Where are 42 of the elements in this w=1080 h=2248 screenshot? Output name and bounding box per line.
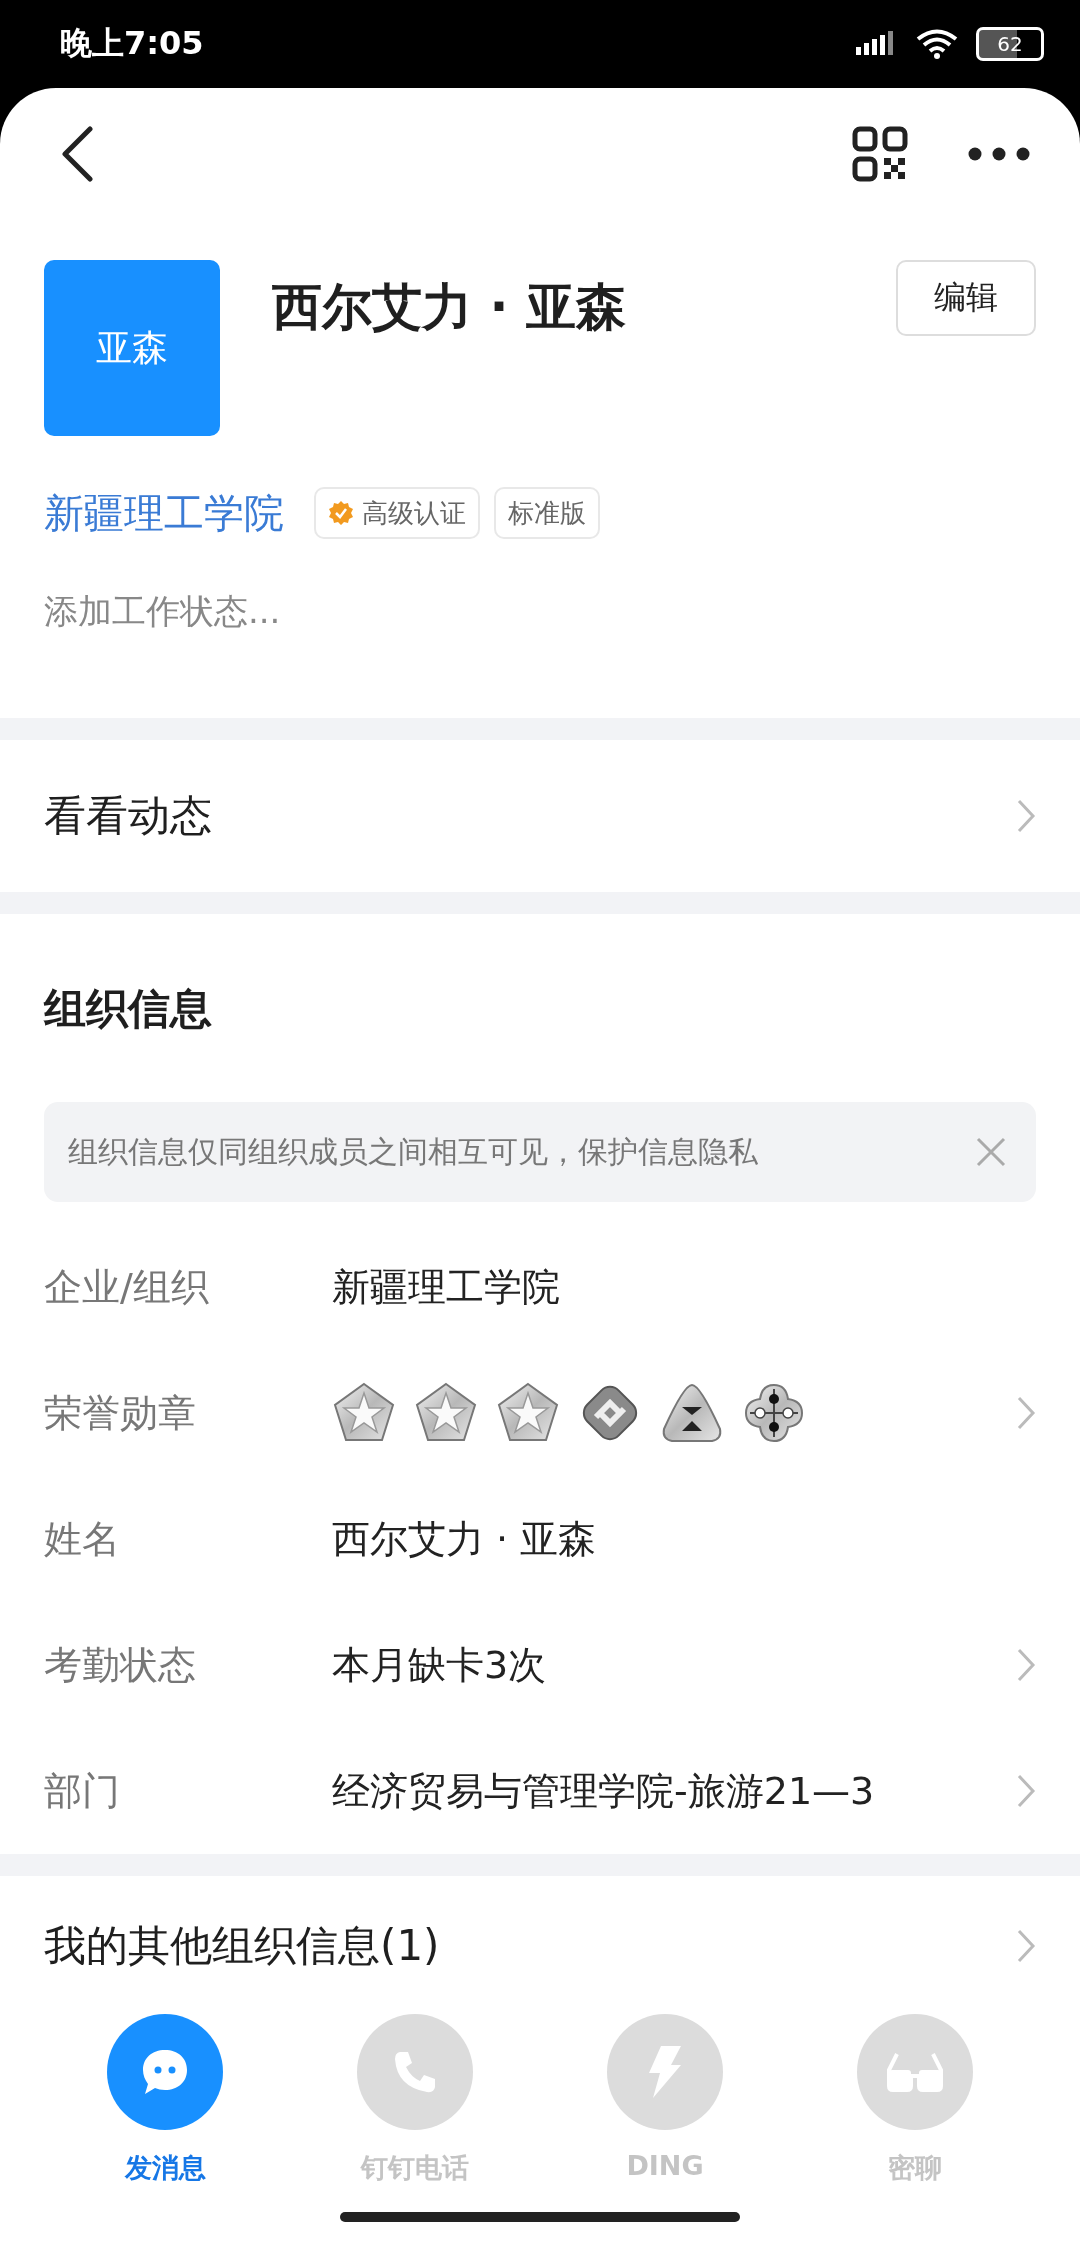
chevron-icon [1016,1928,1036,1964]
organization-link[interactable]: 新疆理工学院 [44,485,284,541]
field-label: 部门 [44,1767,121,1815]
close-icon[interactable] [976,1137,1006,1167]
field-label: 荣誉勋章 [44,1389,197,1437]
qr-code-icon[interactable] [852,126,908,182]
moments-row[interactable]: 看看动态 [0,740,1080,892]
action-label: DING [626,2150,704,2181]
back-icon[interactable] [60,126,94,182]
field-value: 新疆理工学院 [332,1263,561,1311]
action-label: 钉钉电话 [361,2151,469,2185]
field-label: 姓名 [44,1515,121,1563]
check-badge-icon [328,500,354,526]
field-label: 企业/组织 [44,1263,210,1311]
row-label: 我的其他组织信息(1) [44,1920,440,1972]
section-title: 组织信息 [42,983,213,1035]
action-label: 发消息 [124,2151,206,2185]
work-status-field[interactable]: 添加工作状态... [0,590,325,718]
row-label: 看看动态 [44,790,212,842]
phone-icon [392,2049,438,2095]
chat-bubble-icon [140,2047,190,2097]
more-icon[interactable] [968,147,1030,161]
notice-text: 组织信息仅同组织成员之间相互可见，保护信息隐私 [68,1132,758,1171]
field-label: 考勤状态 [44,1641,197,1689]
badge-label: 高级认证 [362,496,466,530]
lightning-icon [647,2045,683,2099]
wifi-icon [916,28,958,60]
battery-icon: 62 [976,27,1044,61]
avatar: 亚森 [44,260,220,436]
clover-medal-icon [742,1381,806,1445]
profile-name: 西尔艾力 · 亚森 [272,277,627,338]
edit-button[interactable]: 编辑 [896,260,1036,336]
status-time: 晚上7:05 [60,23,204,64]
glasses-icon [885,2052,945,2092]
field-value: 经济贸易与管理学院-旅游21—3 [332,1767,876,1815]
edition-badge: 标准版 [494,487,600,539]
field-value: 本月缺卡3次 [332,1641,548,1689]
chevron-icon [1016,798,1036,834]
action-label: 密聊 [888,2151,942,2185]
other-orgs-row[interactable]: 我的其他组织信息(1) [0,1876,1080,2014]
field-value: 西尔艾力 · 亚森 [332,1515,598,1563]
triangle-medal-icon [660,1381,724,1445]
